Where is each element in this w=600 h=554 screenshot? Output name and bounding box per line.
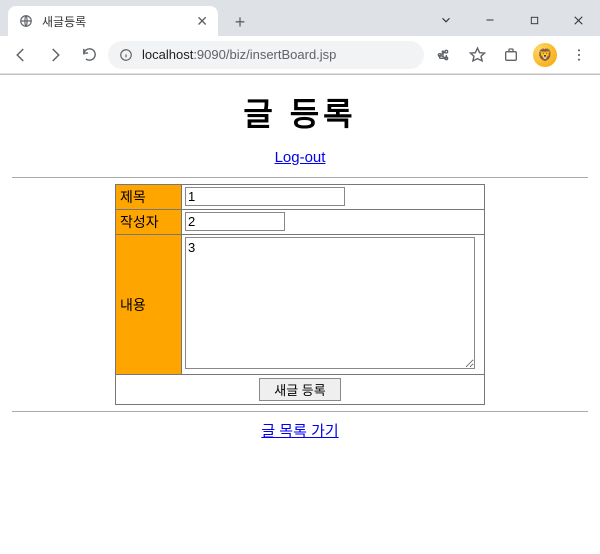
content-textarea[interactable]: 3 xyxy=(185,237,475,369)
window-controls xyxy=(424,4,600,36)
list-link[interactable]: 글 목록 가기 xyxy=(261,423,338,440)
writer-label: 작성자 xyxy=(116,210,182,235)
tab-close-icon[interactable]: ✕ xyxy=(196,13,208,30)
content-label: 내용 xyxy=(116,235,182,375)
table-row: 새글 등록 xyxy=(116,375,485,405)
menu-icon[interactable] xyxy=(564,40,594,70)
browser-tab[interactable]: 새글등록 ✕ xyxy=(8,6,218,36)
globe-icon xyxy=(18,13,34,29)
table-row: 내용 3 xyxy=(116,235,485,375)
minimize-button[interactable] xyxy=(468,5,512,35)
tab-title: 새글등록 xyxy=(42,13,188,30)
page-title: 글 등록 xyxy=(12,89,588,135)
divider xyxy=(12,177,588,178)
title-label: 제목 xyxy=(116,185,182,210)
extension-icon[interactable] xyxy=(496,40,526,70)
table-row: 제목 xyxy=(116,185,485,210)
table-row: 작성자 xyxy=(116,210,485,235)
share-icon[interactable] xyxy=(428,40,458,70)
url-text: localhost:9090/biz/insertBoard.jsp xyxy=(142,47,336,62)
titlebar: 새글등록 ✕ + xyxy=(0,0,600,36)
new-tab-button[interactable]: + xyxy=(226,8,254,36)
browser-toolbar: localhost:9090/biz/insertBoard.jsp 🦁 xyxy=(0,36,600,74)
star-icon[interactable] xyxy=(462,40,492,70)
reload-button[interactable] xyxy=(74,40,104,70)
back-button[interactable] xyxy=(6,40,36,70)
divider xyxy=(12,411,588,412)
browser-chrome: 새글등록 ✕ + xyxy=(0,0,600,75)
logout-link[interactable]: Log-out xyxy=(275,149,326,166)
profile-avatar[interactable]: 🦁 xyxy=(530,40,560,70)
address-bar[interactable]: localhost:9090/biz/insertBoard.jsp xyxy=(108,41,424,69)
close-window-button[interactable] xyxy=(556,5,600,35)
maximize-button[interactable] xyxy=(512,5,556,35)
title-input[interactable] xyxy=(185,187,345,206)
avatar-icon: 🦁 xyxy=(533,43,557,67)
forward-button[interactable] xyxy=(40,40,70,70)
page-content: 글 등록 Log-out 제목 작성자 내용 3 xyxy=(0,75,600,465)
submit-button[interactable]: 새글 등록 xyxy=(259,378,340,401)
site-info-icon[interactable] xyxy=(118,47,134,63)
caret-down-icon[interactable] xyxy=(424,5,468,35)
writer-input[interactable] xyxy=(185,212,285,231)
form-table: 제목 작성자 내용 3 새글 등록 xyxy=(115,184,485,405)
